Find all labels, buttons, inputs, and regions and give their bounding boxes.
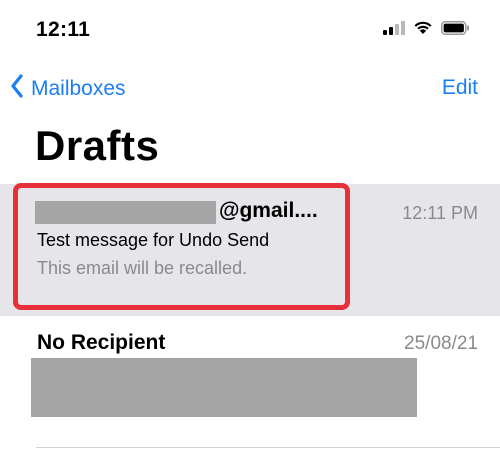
battery-icon [441, 20, 470, 40]
wifi-icon [413, 20, 433, 40]
cellular-signal-icon [383, 20, 405, 40]
chevron-left-icon [10, 74, 24, 103]
redacted-message-content [31, 358, 417, 417]
redacted-sender [35, 201, 216, 224]
message-time: 12:11 PM [402, 203, 478, 223]
message-date: 25/08/21 [404, 333, 478, 354]
back-button-label: Mailboxes [31, 76, 126, 100]
status-time: 12:11 [36, 18, 91, 41]
back-button[interactable]: Mailboxes [10, 74, 126, 103]
message-preview: This email will be recalled. [37, 258, 248, 278]
message-sender[interactable]: No Recipient [37, 331, 165, 355]
page-title: Drafts [35, 122, 160, 169]
message-sender: @gmail.... [219, 199, 318, 222]
status-icons [383, 20, 470, 40]
list-divider [36, 447, 500, 448]
status-bar: 12:11 [0, 0, 500, 60]
edit-button[interactable]: Edit [442, 76, 478, 100]
message-subject: Test message for Undo Send [37, 230, 270, 250]
navigation-bar: Mailboxes Edit [0, 68, 500, 108]
